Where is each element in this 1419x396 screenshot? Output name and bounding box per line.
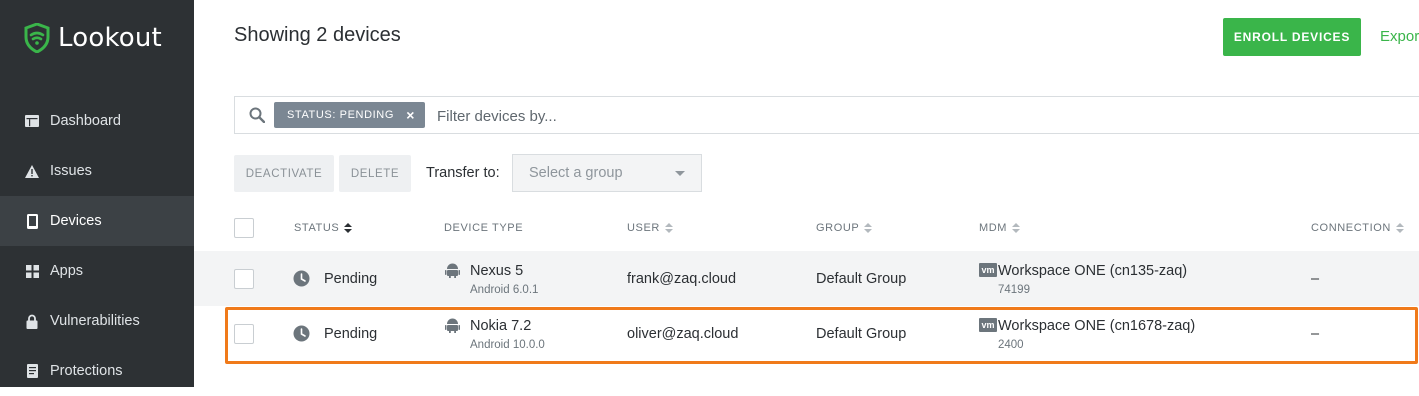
vmware-icon: vm xyxy=(979,318,997,332)
table-row[interactable]: Pending Nexus 5 Android 6.0.1 frank@zaq.… xyxy=(194,251,1419,306)
mdm-id: 74199 xyxy=(998,284,1030,296)
lock-icon xyxy=(24,313,40,329)
group-select-value: Select a group xyxy=(529,165,623,181)
device-name[interactable]: Nokia 7.2 xyxy=(470,318,531,334)
clock-icon xyxy=(293,325,310,347)
sidebar-item-issues[interactable]: Issues xyxy=(0,146,194,196)
select-all-checkbox[interactable] xyxy=(234,218,254,238)
column-connection[interactable]: CONNECTION xyxy=(1311,222,1404,234)
document-icon xyxy=(24,363,40,379)
enroll-devices-button[interactable]: ENROLL DEVICES xyxy=(1223,18,1361,56)
column-label: MDM xyxy=(979,222,1008,234)
device-os: Android 10.0.0 xyxy=(470,339,545,351)
sort-desc-icon xyxy=(344,223,353,233)
table-header: STATUS DEVICE TYPE USER GROUP MDM CONNEC… xyxy=(194,205,1419,252)
filter-bar: STATUS: PENDING × xyxy=(234,96,1419,134)
page-title: Showing 2 devices xyxy=(234,24,401,46)
group-name: Default Group xyxy=(816,271,907,287)
sidebar-item-protections[interactable]: Protections xyxy=(0,346,194,396)
sidebar-item-label: Vulnerabilities xyxy=(50,313,140,329)
sort-icon xyxy=(864,223,873,233)
sidebar-item-label: Devices xyxy=(50,213,102,229)
delete-button[interactable]: DELETE xyxy=(339,155,411,192)
logo-text: Lookout xyxy=(58,23,162,53)
close-icon[interactable]: × xyxy=(406,107,415,123)
mdm-id: 2400 xyxy=(998,339,1024,351)
connection-value: – xyxy=(1311,326,1320,342)
mdm-name: Workspace ONE (cn1678-zaq) xyxy=(998,318,1196,334)
table-row[interactable]: Pending Nokia 7.2 Android 10.0.0 oliver@… xyxy=(194,306,1419,361)
user-email: oliver@zaq.cloud xyxy=(627,326,739,342)
sidebar-item-label: Issues xyxy=(50,163,92,179)
sidebar-nav: Dashboard Issues Devices Apps Vulnerabil… xyxy=(0,96,194,396)
device-name[interactable]: Nexus 5 xyxy=(470,263,523,279)
sidebar-item-apps[interactable]: Apps xyxy=(0,246,194,296)
device-os: Android 6.0.1 xyxy=(470,284,539,296)
sidebar: Lookout Dashboard Issues Devices Apps Vu… xyxy=(0,0,194,387)
row-checkbox[interactable] xyxy=(234,324,254,344)
column-label: GROUP xyxy=(816,222,860,234)
transfer-label: Transfer to: xyxy=(426,165,500,181)
warning-icon xyxy=(24,163,40,179)
filter-chip-status: STATUS: PENDING × xyxy=(274,102,425,128)
sidebar-item-label: Apps xyxy=(50,263,84,279)
column-group[interactable]: GROUP xyxy=(816,222,873,234)
clock-icon xyxy=(293,270,310,292)
status-text: Pending xyxy=(324,271,378,287)
sidebar-item-dashboard[interactable]: Dashboard xyxy=(0,96,194,146)
sort-icon xyxy=(1395,223,1404,233)
column-label: CONNECTION xyxy=(1311,222,1391,234)
user-email: frank@zaq.cloud xyxy=(627,271,737,287)
column-user[interactable]: USER xyxy=(627,222,673,234)
column-label: STATUS xyxy=(294,222,340,234)
filter-chip-label: STATUS: PENDING xyxy=(287,109,394,121)
device-icon xyxy=(24,213,40,229)
export-link[interactable]: Expor xyxy=(1380,28,1419,45)
android-icon xyxy=(445,317,460,338)
filter-input[interactable] xyxy=(435,101,1339,131)
sort-icon xyxy=(664,223,673,233)
column-device-type[interactable]: DEVICE TYPE xyxy=(444,222,523,234)
lookout-logo[interactable]: Lookout xyxy=(24,22,162,54)
column-label: DEVICE TYPE xyxy=(444,222,524,234)
row-checkbox[interactable] xyxy=(234,269,254,289)
chevron-down-icon xyxy=(675,171,685,176)
deactivate-button[interactable]: DEACTIVATE xyxy=(234,155,334,192)
sidebar-item-vulnerabilities[interactable]: Vulnerabilities xyxy=(0,296,194,346)
sidebar-item-devices[interactable]: Devices xyxy=(0,196,194,246)
status-text: Pending xyxy=(324,326,378,342)
sort-icon xyxy=(1012,223,1021,233)
dashboard-icon xyxy=(24,113,40,129)
group-select[interactable]: Select a group xyxy=(512,154,702,192)
column-status[interactable]: STATUS xyxy=(294,222,353,234)
column-mdm[interactable]: MDM xyxy=(979,222,1021,234)
lookout-shield-icon xyxy=(24,23,50,53)
search-icon xyxy=(249,107,266,128)
connection-value: – xyxy=(1311,271,1320,287)
vmware-icon: vm xyxy=(979,263,997,277)
column-label: USER xyxy=(627,222,660,234)
group-name: Default Group xyxy=(816,326,907,342)
sidebar-item-label: Protections xyxy=(50,363,123,379)
sidebar-item-label: Dashboard xyxy=(50,113,121,129)
apps-grid-icon xyxy=(24,263,40,279)
mdm-name: Workspace ONE (cn135-zaq) xyxy=(998,263,1188,279)
android-icon xyxy=(445,262,460,283)
